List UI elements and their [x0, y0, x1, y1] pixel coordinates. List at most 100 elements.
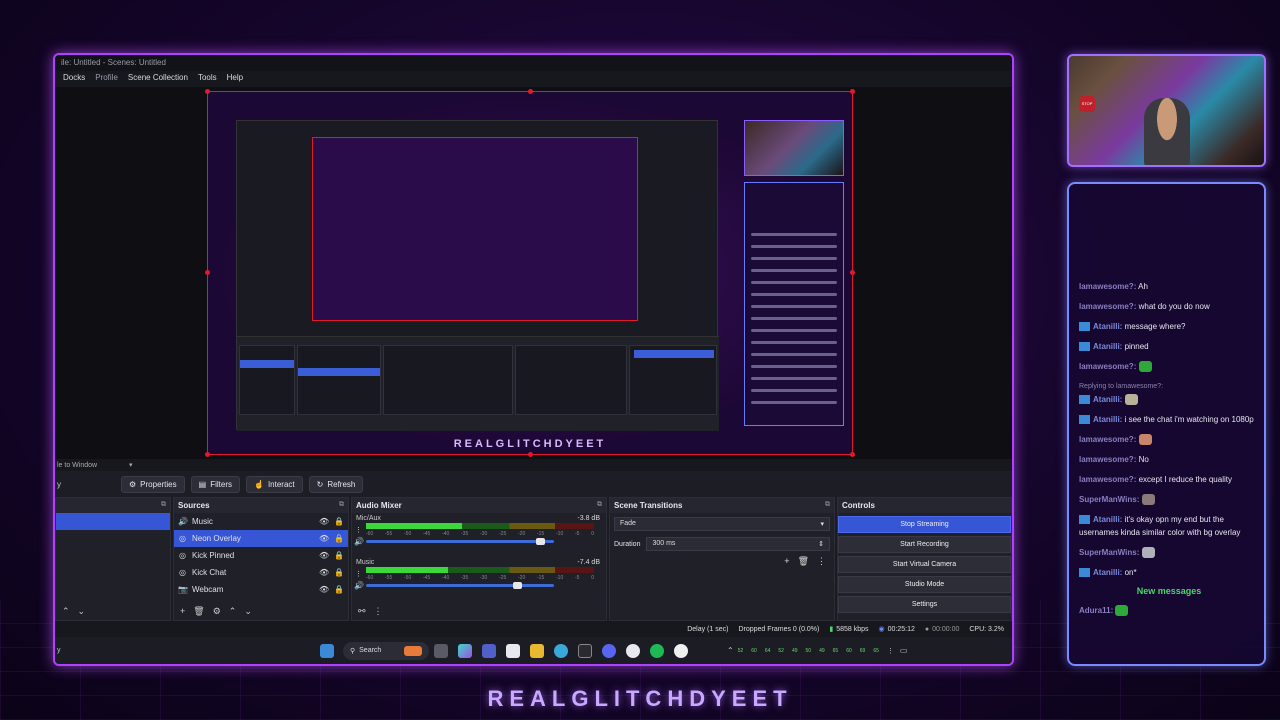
gear-icon[interactable]: ⚙	[213, 606, 221, 617]
obs-icon[interactable]	[674, 643, 688, 658]
resize-handle[interactable]	[528, 452, 533, 457]
speaker-icon[interactable]: 🔊	[354, 581, 364, 590]
menu-help[interactable]: Help	[227, 73, 243, 85]
copilot-icon[interactable]	[458, 643, 472, 658]
source-item[interactable]: ◎ Kick Chat 👁 🔒	[174, 564, 348, 581]
source-item[interactable]: ◎ Neon Overlay 👁 🔒	[174, 530, 348, 547]
lock-icon[interactable]: 🔒	[334, 568, 344, 577]
folder-icon[interactable]	[530, 643, 544, 658]
terminal-icon[interactable]	[578, 643, 592, 658]
dock-menu-icon[interactable]: ⧉	[339, 501, 344, 510]
preview-area[interactable]: REALGLITCHDYEET	[55, 87, 1012, 459]
chrome-icon[interactable]	[626, 643, 640, 658]
resize-handle[interactable]	[850, 270, 855, 275]
edge-icon[interactable]	[554, 643, 568, 658]
scene-transitions-dock: Scene Transitions ⧉ Fade ▾ Duration 300 ms…	[609, 497, 835, 621]
tray-stat: 65	[873, 647, 879, 654]
display-icon[interactable]: ▭	[900, 646, 908, 655]
resize-handle[interactable]	[850, 452, 855, 457]
menu-profile[interactable]: Profile	[95, 73, 118, 85]
slider-handle[interactable]	[535, 538, 545, 545]
chevron-up-icon[interactable]: ⌃	[229, 606, 237, 617]
speaker-icon[interactable]: 🔊	[354, 537, 364, 546]
lock-icon[interactable]: 🔒	[334, 534, 344, 543]
taskbar-search[interactable]: ⚲ Search	[343, 641, 429, 660]
emote-icon	[1124, 394, 1138, 406]
refresh-label: Refresh	[327, 479, 356, 489]
scene-selected[interactable]	[56, 513, 170, 530]
chevron-up-icon[interactable]: ⌃	[62, 606, 70, 617]
volume-slider[interactable]	[366, 582, 554, 589]
chevron-down-icon[interactable]: ⌄	[78, 606, 86, 617]
filters-button[interactable]: ▤ Filters	[190, 475, 240, 493]
add-icon[interactable]: +	[784, 556, 789, 567]
chevron-down-icon[interactable]: ⌄	[244, 606, 252, 617]
task-view-icon[interactable]	[434, 643, 448, 658]
cpu-status: CPU: 3.2%	[969, 625, 1004, 633]
start-recording-button[interactable]: Start Recording	[838, 536, 1011, 553]
properties-button[interactable]: ⚙ Properties	[121, 475, 185, 493]
preview-canvas[interactable]: REALGLITCHDYEET	[205, 89, 855, 457]
source-item[interactable]: 📷 Webcam 👁 🔒	[174, 581, 348, 598]
gear-icon[interactable]: ⋮	[355, 526, 362, 534]
lock-icon[interactable]: 🔒	[334, 585, 344, 594]
add-icon[interactable]: +	[180, 606, 185, 616]
resize-handle[interactable]	[205, 452, 210, 457]
volume-slider[interactable]	[366, 538, 554, 545]
stepper-icon[interactable]: ⇕	[818, 540, 824, 548]
start-virtual-camera-button[interactable]: Start Virtual Camera	[838, 556, 1011, 573]
lock-icon[interactable]: 🔒	[334, 551, 344, 560]
store-icon[interactable]	[506, 643, 520, 658]
tick-label: 0	[591, 575, 594, 581]
resize-handle[interactable]	[205, 270, 210, 275]
source-item[interactable]: 🔊 Music 👁 🔒	[174, 513, 348, 530]
nested-dock	[237, 336, 719, 431]
scenes-header: ⧉	[56, 498, 170, 513]
chat-message: lamawesome?:	[1079, 360, 1259, 373]
lock-icon[interactable]: 🔒	[334, 517, 344, 526]
nested-canvas	[312, 137, 638, 321]
link-icon[interactable]: ⚯	[358, 606, 366, 617]
transition-select[interactable]: Fade ▾	[614, 517, 830, 531]
new-messages-button[interactable]: New messages	[1079, 586, 1259, 596]
resize-handle[interactable]	[850, 89, 855, 94]
resize-handle[interactable]	[528, 89, 533, 94]
interact-label: Interact	[267, 479, 295, 489]
dock-menu-icon[interactable]: ⧉	[597, 501, 602, 510]
tray-chevron-up-icon[interactable]: ⌃	[727, 646, 734, 655]
discord-icon[interactable]	[602, 643, 616, 658]
menu-tools[interactable]: Tools	[198, 73, 217, 85]
stream-time-status: ◉ 00:25:12	[879, 625, 915, 634]
menu-docks[interactable]: Docks	[63, 73, 85, 85]
refresh-button[interactable]: ↻ Refresh	[308, 475, 364, 493]
gear-icon[interactable]: ⋮	[355, 570, 362, 578]
source-item[interactable]: ◎ Kick Pinned 👁 🔒	[174, 547, 348, 564]
stream-time-value: 00:25:12	[887, 625, 915, 633]
menu-scene-collection[interactable]: Scene Collection	[128, 73, 188, 85]
scale-to-window-dropdown[interactable]: le to Window ▾	[55, 459, 1012, 471]
gear-icon: ⚙	[129, 479, 137, 489]
windows-start-icon[interactable]	[320, 643, 334, 658]
dock-menu-icon[interactable]: ⧉	[825, 501, 830, 510]
eye-icon[interactable]: 👁	[319, 517, 329, 526]
duration-input[interactable]: 300 ms ⇕	[646, 537, 830, 551]
eye-icon[interactable]: 👁	[319, 551, 329, 560]
more-icon[interactable]: ⋮	[817, 556, 826, 567]
slider-handle[interactable]	[513, 582, 523, 589]
teams-icon[interactable]	[482, 643, 496, 658]
more-icon[interactable]: ⋮	[887, 647, 894, 655]
interact-button[interactable]: ☝ Interact	[245, 475, 303, 493]
more-icon[interactable]: ⋮	[374, 606, 383, 617]
audio-mixer-dock: Audio Mixer ⧉ Mic/Aux -3.8 dB ⋮ -60 -55 -50 -45…	[351, 497, 607, 621]
eye-icon[interactable]: 👁	[319, 568, 329, 577]
trash-icon[interactable]: 🗑	[193, 606, 204, 617]
dock-menu-icon[interactable]: ⧉	[161, 501, 166, 510]
trash-icon[interactable]: 🗑	[798, 556, 809, 567]
resize-handle[interactable]	[205, 89, 210, 94]
eye-icon[interactable]: 👁	[319, 534, 329, 543]
settings-button[interactable]: Settings	[838, 596, 1011, 613]
spotify-icon[interactable]	[650, 643, 664, 658]
stop-streaming-button[interactable]: Stop Streaming	[838, 516, 1011, 533]
eye-icon[interactable]: 👁	[319, 585, 329, 594]
studio-mode-button[interactable]: Studio Mode	[838, 576, 1011, 593]
